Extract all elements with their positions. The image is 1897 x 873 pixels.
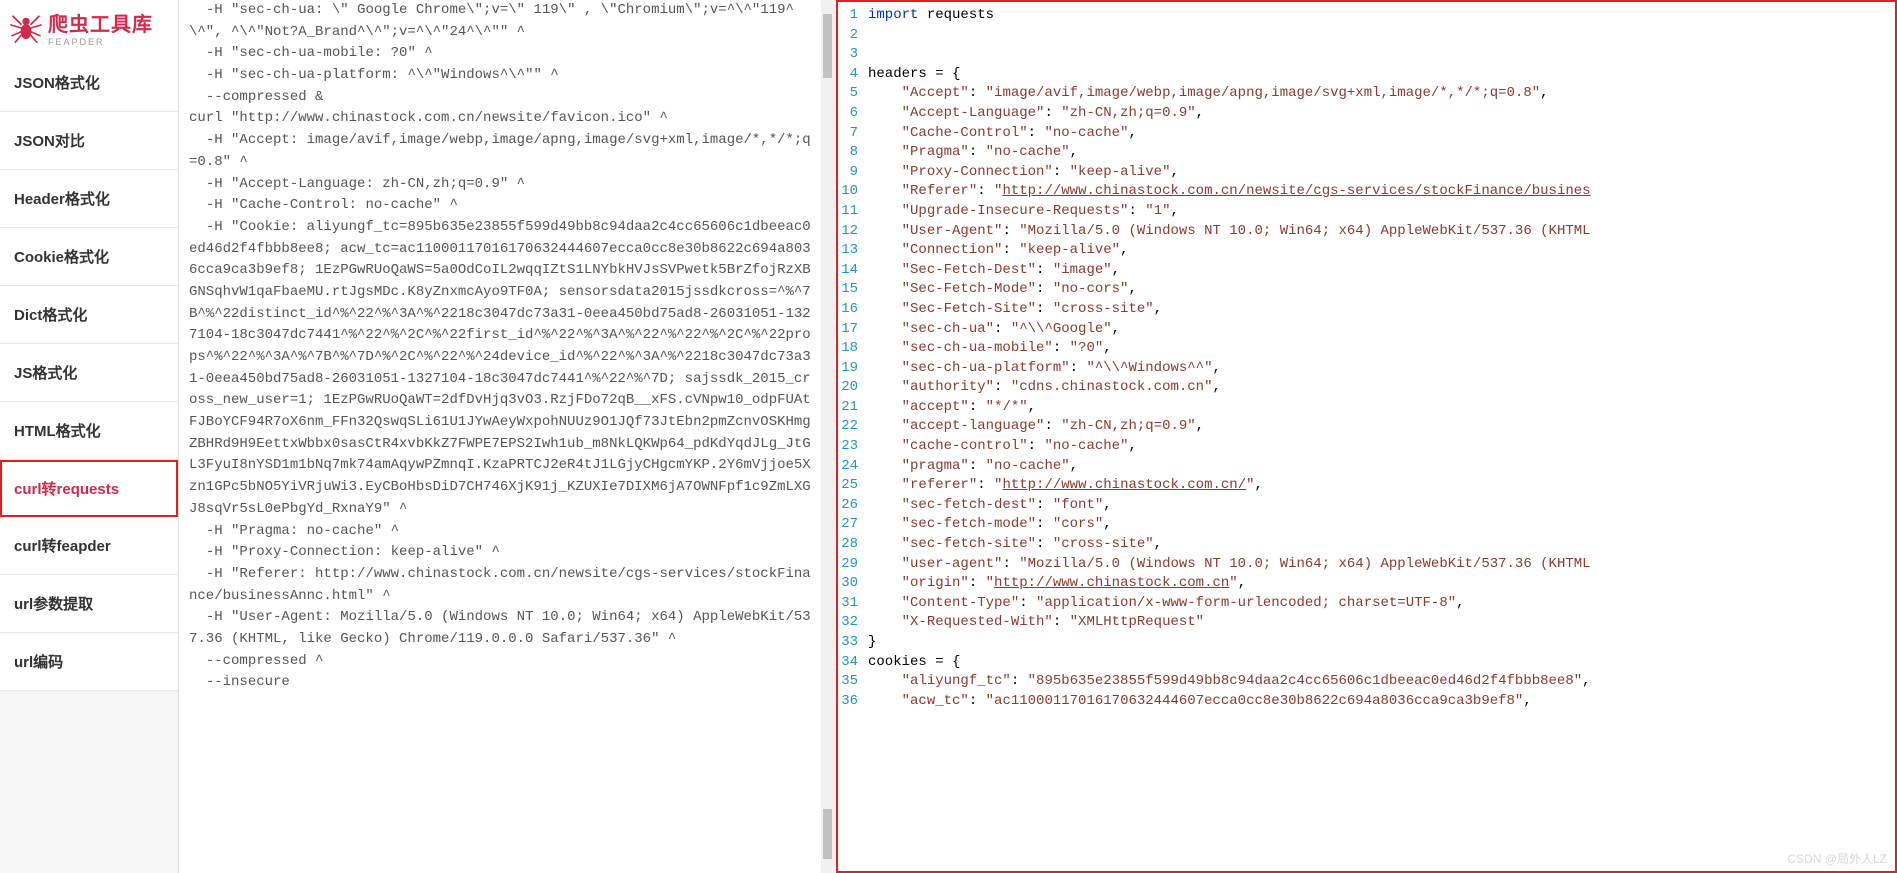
line-number: 23 xyxy=(838,437,868,457)
code-line[interactable]: 13 "Connection": "keep-alive", xyxy=(838,241,1895,261)
code-line[interactable]: 27 "sec-fetch-mode": "cors", xyxy=(838,515,1895,535)
nav-item-5[interactable]: JS格式化 xyxy=(0,344,178,402)
line-number: 6 xyxy=(838,104,868,124)
line-number: 24 xyxy=(838,457,868,477)
scroll-thumb-top[interactable] xyxy=(823,14,832,78)
code-line[interactable]: 9 "Proxy-Connection": "keep-alive", xyxy=(838,163,1895,183)
line-number: 9 xyxy=(838,163,868,183)
line-number: 19 xyxy=(838,359,868,379)
line-number: 10 xyxy=(838,182,868,202)
middle-scrollbar[interactable] xyxy=(821,0,835,873)
line-number: 2 xyxy=(838,26,868,46)
code-line[interactable]: 12 "User-Agent": "Mozilla/5.0 (Windows N… xyxy=(838,222,1895,242)
nav-item-8[interactable]: curl转feapder xyxy=(0,517,178,575)
line-number: 3 xyxy=(838,45,868,65)
code-line[interactable]: 15 "Sec-Fetch-Mode": "no-cors", xyxy=(838,280,1895,300)
code-line[interactable]: 5 "Accept": "image/avif,image/webp,image… xyxy=(838,84,1895,104)
code-line[interactable]: 25 "referer": "http://www.chinastock.com… xyxy=(838,476,1895,496)
code-line[interactable]: 33} xyxy=(838,633,1895,653)
line-number: 30 xyxy=(838,574,868,594)
line-number: 13 xyxy=(838,241,868,261)
code-line[interactable]: 20 "authority": "cdns.chinastock.com.cn"… xyxy=(838,378,1895,398)
nav-item-1[interactable]: JSON对比 xyxy=(0,112,178,170)
code-line[interactable]: 30 "origin": "http://www.chinastock.com.… xyxy=(838,574,1895,594)
line-number: 7 xyxy=(838,124,868,144)
code-line[interactable]: 35 "aliyungf_tc": "895b635e23855f599d49b… xyxy=(838,672,1895,692)
code-line[interactable]: 1import requests xyxy=(838,6,1895,26)
line-number: 8 xyxy=(838,143,868,163)
line-number: 15 xyxy=(838,280,868,300)
line-number: 32 xyxy=(838,613,868,633)
line-number: 26 xyxy=(838,496,868,516)
line-number: 20 xyxy=(838,378,868,398)
line-number: 27 xyxy=(838,515,868,535)
line-number: 34 xyxy=(838,653,868,673)
curl-textarea[interactable]: -H "sec-ch-ua: \" Google Chrome\";v=\" 1… xyxy=(179,0,836,694)
logo-subtitle: FEAPDER xyxy=(48,37,153,47)
curl-input-panel: -H "sec-ch-ua: \" Google Chrome\";v=\" 1… xyxy=(179,0,836,873)
nav-item-6[interactable]: HTML格式化 xyxy=(0,402,178,460)
code-line[interactable]: 10 "Referer": "http://www.chinastock.com… xyxy=(838,182,1895,202)
line-number: 14 xyxy=(838,261,868,281)
code-line[interactable]: 11 "Upgrade-Insecure-Requests": "1", xyxy=(838,202,1895,222)
line-number: 21 xyxy=(838,398,868,418)
line-number: 16 xyxy=(838,300,868,320)
line-number: 5 xyxy=(838,84,868,104)
line-number: 33 xyxy=(838,633,868,653)
line-number: 4 xyxy=(838,65,868,85)
nav-item-4[interactable]: Dict格式化 xyxy=(0,286,178,344)
code-line[interactable]: 14 "Sec-Fetch-Dest": "image", xyxy=(838,261,1895,281)
code-line[interactable]: 4headers = { xyxy=(838,65,1895,85)
nav-item-10[interactable]: url编码 xyxy=(0,633,178,691)
code-line[interactable]: 21 "accept": "*/*", xyxy=(838,398,1895,418)
code-line[interactable]: 19 "sec-ch-ua-platform": "^\\^Windows^^"… xyxy=(838,359,1895,379)
nav-item-7[interactable]: curl转requests xyxy=(0,460,178,517)
sidebar: 爬虫工具库 FEAPDER JSON格式化JSON对比Header格式化Cook… xyxy=(0,0,179,873)
code-line[interactable]: 6 "Accept-Language": "zh-CN,zh;q=0.9", xyxy=(838,104,1895,124)
spider-icon xyxy=(8,9,44,45)
code-line[interactable]: 34cookies = { xyxy=(838,653,1895,673)
code-line[interactable]: 29 "user-agent": "Mozilla/5.0 (Windows N… xyxy=(838,555,1895,575)
line-number: 18 xyxy=(838,339,868,359)
code-line[interactable]: 36 "acw_tc": "ac11000117016170632444607e… xyxy=(838,692,1895,712)
line-number: 12 xyxy=(838,222,868,242)
code-line[interactable]: 18 "sec-ch-ua-mobile": "?0", xyxy=(838,339,1895,359)
line-number: 1 xyxy=(838,6,868,26)
nav-item-0[interactable]: JSON格式化 xyxy=(0,54,178,112)
line-number: 17 xyxy=(838,320,868,340)
line-number: 28 xyxy=(838,535,868,555)
code-line[interactable]: 32 "X-Requested-With": "XMLHttpRequest" xyxy=(838,613,1895,633)
code-line[interactable]: 16 "Sec-Fetch-Site": "cross-site", xyxy=(838,300,1895,320)
logo-area[interactable]: 爬虫工具库 FEAPDER xyxy=(0,0,178,54)
code-line[interactable]: 23 "cache-control": "no-cache", xyxy=(838,437,1895,457)
code-line[interactable]: 3 xyxy=(838,45,1895,65)
line-number: 36 xyxy=(838,692,868,712)
code-line[interactable]: 24 "pragma": "no-cache", xyxy=(838,457,1895,477)
code-line[interactable]: 8 "Pragma": "no-cache", xyxy=(838,143,1895,163)
line-number: 35 xyxy=(838,672,868,692)
line-number: 11 xyxy=(838,202,868,222)
code-editor[interactable]: 1import requests234headers = {5 "Accept"… xyxy=(838,2,1895,715)
code-line[interactable]: 31 "Content-Type": "application/x-www-fo… xyxy=(838,594,1895,614)
watermark: CSDN @局外人LZ xyxy=(1787,850,1887,867)
line-number: 29 xyxy=(838,555,868,575)
code-line[interactable]: 22 "accept-language": "zh-CN,zh;q=0.9", xyxy=(838,417,1895,437)
nav-item-2[interactable]: Header格式化 xyxy=(0,170,178,228)
line-number: 31 xyxy=(838,594,868,614)
scroll-thumb-bottom[interactable] xyxy=(823,809,832,859)
nav-item-3[interactable]: Cookie格式化 xyxy=(0,228,178,286)
nav-list: JSON格式化JSON对比Header格式化Cookie格式化Dict格式化JS… xyxy=(0,54,178,873)
line-number: 22 xyxy=(838,417,868,437)
code-line[interactable]: 17 "sec-ch-ua": "^\\^Google", xyxy=(838,320,1895,340)
nav-item-9[interactable]: url参数提取 xyxy=(0,575,178,633)
output-code-panel: 1import requests234headers = {5 "Accept"… xyxy=(836,0,1897,873)
code-line[interactable]: 7 "Cache-Control": "no-cache", xyxy=(838,124,1895,144)
line-number: 25 xyxy=(838,476,868,496)
logo-title: 爬虫工具库 xyxy=(48,8,153,37)
code-line[interactable]: 2 xyxy=(838,26,1895,46)
code-line[interactable]: 26 "sec-fetch-dest": "font", xyxy=(838,496,1895,516)
code-line[interactable]: 28 "sec-fetch-site": "cross-site", xyxy=(838,535,1895,555)
